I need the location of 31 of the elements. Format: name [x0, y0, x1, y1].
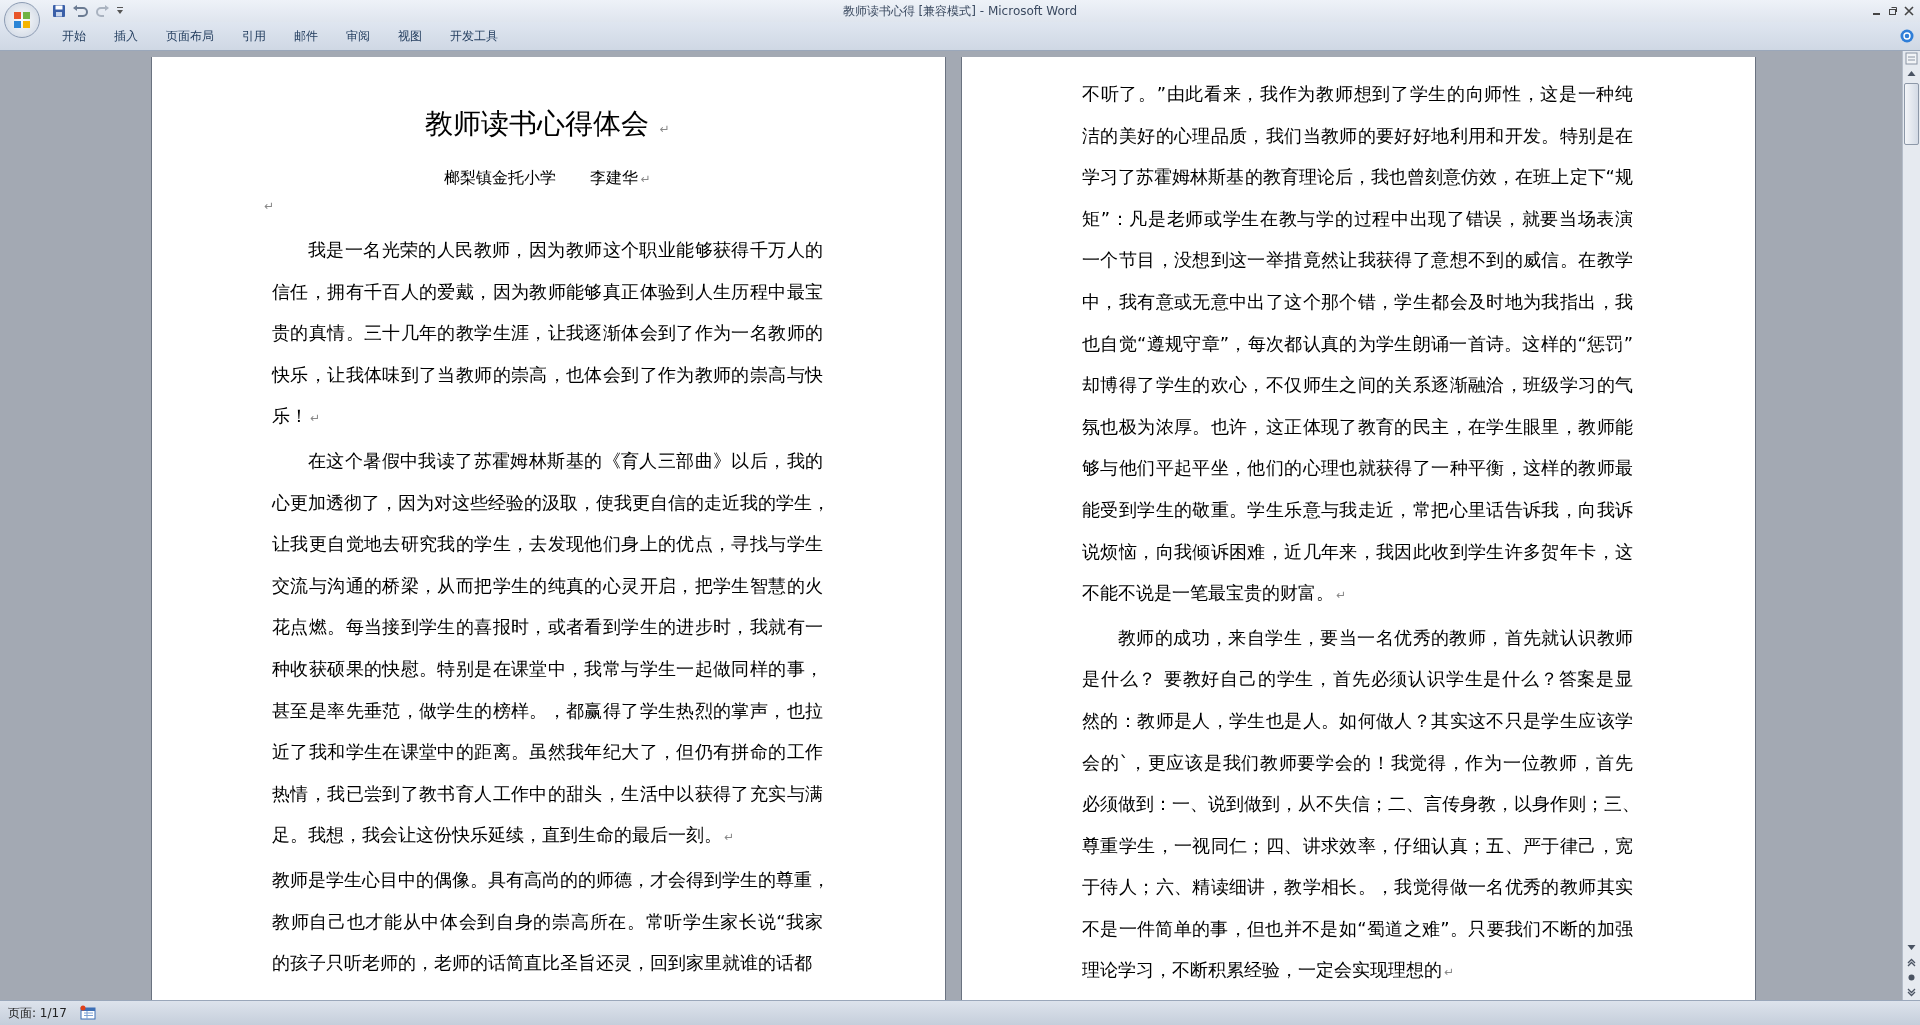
byline-text: 榔梨镇金托小学	[444, 167, 557, 189]
body-paragraph: 在这个暑假中我读了苏霍姆林斯基的《育人三部曲》以后，我的 心更加透彻了，因为对这些经验的汲取，使我更自信的走近我的学生， 让我更自觉地去研究我的学生，去发现他们身上的优点，寻找与学生 交流与沟通的桥梁，从而把学生的纯真的心灵开启，把学生智慧的火 花点燃。每当接到学生的喜报时，或者看到学生的进步时，我就有一 种收获硕果的快慰。特别是在课堂中，我常与学生一起做同样的事， 甚至是率先垂范，做学生的榜样。，都赢得了学生热烈的掌声，也拉 近了我和学生在课堂中的距离。虽然我年纪大了，但仍有拼命的工作 热情，我已尝到了教书育人工作中的甜头，生活中以获得了充实与满 足。我想，我会让这份快乐延续，直到生命的最后一刻。↵	[272, 448, 823, 848]
ribbon-tab[interactable]: 插入	[100, 24, 152, 48]
ribbon-tab[interactable]: 视图	[384, 24, 436, 48]
save-icon[interactable]	[52, 4, 66, 18]
paragraph-mark: ↵	[264, 199, 275, 213]
body-paragraph: 教师的成功，来自学生，要当一名优秀的教师，首先就认识教师 是什么？ 要教好自己的学生，首先必须认识学生是什么？答案是显 然的：教师是人，学生也是人。如何做人？其实这不只是学生应该学 会的`，更应该是我们教师要学会的！我觉得，作为一位教师，首先 必须做到：一、说到做到，从不失信；二、言传身教，以身作则；三、 尊重学生，一视同仁；四、讲求效率，仔细认真；五、严于律己，宽 于待人；六、精读细讲，教学相长。，我觉得做一名优秀的教师其实 不是一件简单的事，但也并不是如“蜀道之难”。只要我们不断的加强 理论学习，不断积累经验，一定会实现理想的↵	[1082, 625, 1633, 983]
document-view-icon[interactable]	[78, 1005, 97, 1021]
ribbon-tab[interactable]: 引用	[228, 24, 280, 48]
body-paragraph: 教师是学生心目中的偶像。具有高尚的的师德，才会得到学生的尊重， 教师自己也才能从中体会到自身的崇高所在。常听学生家长说“我家 的孩子只听老师的，老师的话简直比圣旨还灵，回到家里就谁的话都	[272, 867, 823, 976]
ruler-toggle-icon[interactable]	[1904, 51, 1919, 66]
ribbon-tab[interactable]: 邮件	[280, 24, 332, 48]
dropdown-arrow-icon[interactable]	[116, 6, 124, 16]
close-icon[interactable]	[1904, 6, 1914, 16]
byline-text: 李建华↵	[590, 167, 651, 189]
page-count[interactable]: 页面: 1/17	[8, 1004, 67, 1022]
scrollbar-thumb[interactable]	[1904, 83, 1919, 145]
office-button[interactable]	[4, 2, 40, 38]
body-paragraph: 不听了。”由此看来，我作为教师想到了学生的向师性，这是一种纯 洁的美好的心理品质，我们当教师的要好好地利用和开发。特别是在 学习了苏霍姆林斯基的教育理论后，我也曾刻意仿效，在班上定下“规 矩”：凡是老师或学生在教与学的过程中出现了错误，就要当场表演 一个节目，没想到这一举措竟然让我获得了意想不到的威信。在教学 中，我有意或无意中出了这个那个错，学生都会及时地为我指出，我 也自觉“遵规守章”，每次都认真的为学生朗诵一首诗。这样的“惩罚” 却博得了学生的欢心，不仅师生之间的关系逐渐融洽，班级学习的气 氛也极为浓厚。也许，这正体现了教育的民主，在学生眼里，教师能 够与他们平起平坐，他们的心理也就获得了一种平衡，这样的教师最 能受到学生的敬重。学生乐意与我走近，常把心里话告诉我，向我诉 说烦恼，向我倾诉困难，近几年来，我因此收到学生许多贺年卡，这 不能不说是一笔最宝贵的财富。↵	[1082, 82, 1633, 606]
ribbon-tab[interactable]: 开发工具	[436, 24, 512, 48]
ribbon-tab[interactable]: 开始	[48, 24, 100, 48]
body-paragraph: 我是一名光荣的人民教师，因为教师这个职业能够获得千万人的 信任，拥有千百人的爱戴，因为教师能够真正体验到人生历程中最宝 贵的真情。三十几年的教学生涯，让我逐渐体会到了作为一名教师的 快乐，让我体味到了当教师的崇高，也体会到了作为教师的崇高与快 乐！↵	[272, 238, 823, 429]
help-icon[interactable]	[1900, 29, 1914, 43]
ribbon-tab[interactable]: 审阅	[332, 24, 384, 48]
document-title: 教师读书心得体会 ↵	[424, 106, 671, 142]
window-title: 教师读书心得 [兼容模式] - Microsoft Word	[842, 2, 1078, 20]
restore-icon[interactable]	[1888, 6, 1898, 16]
vertical-scrollbar[interactable]	[1902, 51, 1920, 1000]
ribbon-tab[interactable]: 页面布局	[152, 24, 228, 48]
undo-icon[interactable]	[72, 4, 90, 18]
office-logo-icon	[11, 9, 33, 31]
